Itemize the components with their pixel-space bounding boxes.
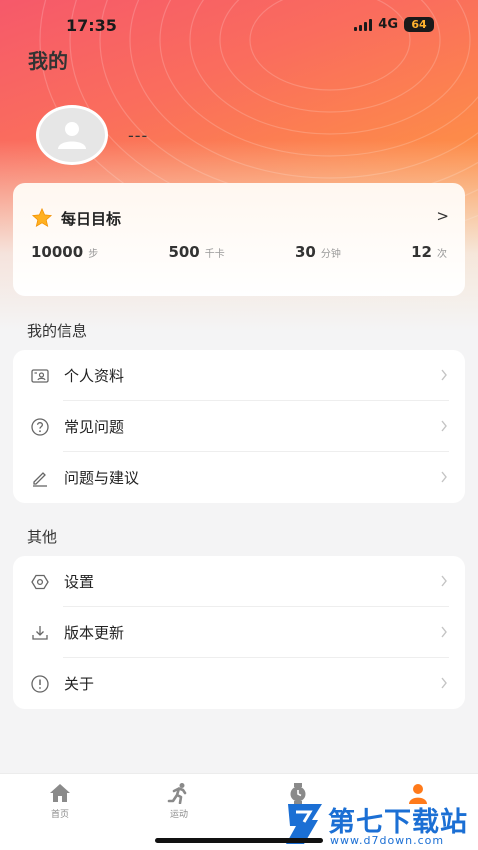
list-item-about[interactable]: 关于 <box>13 658 465 709</box>
chevron-right-icon <box>441 420 447 432</box>
battery-icon: 64 <box>404 17 434 32</box>
status-bar: 17:35 4G 64 <box>0 0 478 52</box>
list-item-label: 设置 <box>64 573 95 591</box>
other-list: 设置 版本更新 关于 <box>13 556 465 709</box>
list-item-label: 关于 <box>64 675 95 693</box>
goal-stat-steps: 10000 步 <box>31 243 99 261</box>
goal-title: 每日目标 <box>61 209 122 228</box>
my-info-list: 个人资料 常见问题 问题与建议 <box>13 350 465 503</box>
chevron-right-icon <box>441 677 447 689</box>
tab-label: 首页 <box>50 810 69 820</box>
running-icon <box>167 783 187 804</box>
chevron-right-icon <box>441 471 447 483</box>
chevron-right-icon <box>441 575 447 587</box>
home-indicator <box>155 838 323 843</box>
star-icon <box>31 207 53 228</box>
list-item-label: 常见问题 <box>64 418 125 436</box>
list-item-label: 版本更新 <box>64 624 125 642</box>
chevron-right-icon <box>441 626 447 638</box>
section-heading-my-info: 我的信息 <box>27 322 88 340</box>
pencil-icon <box>33 472 47 487</box>
goal-stat-times: 12 次 <box>411 243 447 261</box>
home-icon <box>50 784 70 802</box>
signal-icon <box>354 18 373 31</box>
download-icon <box>32 626 48 640</box>
goal-stat-minutes: 30 分钟 <box>295 243 341 261</box>
info-circle-icon <box>31 675 49 693</box>
username[interactable]: --- <box>128 126 148 145</box>
list-item-profile[interactable]: 个人资料 <box>13 350 465 401</box>
list-item-label: 问题与建议 <box>64 469 140 487</box>
daily-goal-card[interactable]: 每日目标 > 10000 步 500 千卡 30 分钟 12 次 <box>13 183 465 296</box>
chevron-right-icon <box>441 369 447 381</box>
settings-icon <box>31 574 49 590</box>
section-heading-other: 其他 <box>27 528 58 546</box>
goal-stat-calories: 500 千卡 <box>168 243 225 261</box>
goal-stats: 10000 步 500 千卡 30 分钟 12 次 <box>31 243 447 261</box>
network-type: 4G <box>378 17 398 32</box>
list-item-feedback[interactable]: 问题与建议 <box>13 452 465 503</box>
tab-home[interactable]: 首页 <box>30 782 90 820</box>
user-placeholder-icon <box>58 122 86 149</box>
watermark-url: www.d7down.com <box>330 834 445 847</box>
tab-label: 运动 <box>169 810 188 820</box>
avatar[interactable] <box>36 105 108 165</box>
list-item-label: 个人资料 <box>64 367 125 385</box>
status-time: 17:35 <box>66 16 117 35</box>
list-item-settings[interactable]: 设置 <box>13 556 465 607</box>
tab-sport[interactable]: 运动 <box>149 782 209 820</box>
page-title: 我的 <box>28 49 68 73</box>
status-indicators: 4G 64 <box>354 17 434 32</box>
chevron-right-icon[interactable]: > <box>436 207 449 225</box>
list-item-version-update[interactable]: 版本更新 <box>13 607 465 658</box>
list-item-faq[interactable]: 常见问题 <box>13 401 465 452</box>
id-card-icon <box>31 369 49 383</box>
question-circle-icon <box>31 418 49 436</box>
